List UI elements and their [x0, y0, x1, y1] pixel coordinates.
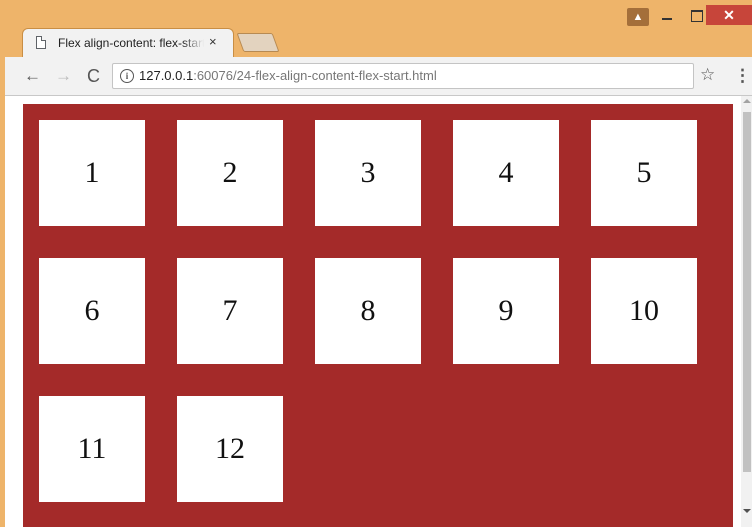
scroll-down-icon[interactable] [743, 509, 751, 513]
maximize-icon [691, 10, 703, 23]
flex-item: 2 [177, 120, 283, 226]
close-window-button[interactable]: ✕ [706, 5, 752, 25]
page-icon [36, 36, 46, 49]
url-host: 127.0.0.1 [139, 68, 194, 83]
flex-item: 6 [39, 258, 145, 364]
scroll-up-icon[interactable] [743, 99, 751, 103]
flex-item: 5 [591, 120, 697, 226]
flex-item: 9 [453, 258, 559, 364]
info-icon[interactable]: i [120, 69, 134, 83]
minimize-button[interactable] [654, 5, 680, 25]
star-icon[interactable]: ☆ [700, 65, 715, 85]
url-text[interactable]: 127.0.0.1:60076/24-flex-align-content-fl… [139, 68, 437, 83]
browser-toolbar: ← → C i 127.0.0.1:60076/24-flex-align-co… [5, 57, 752, 96]
scroll-thumb[interactable] [743, 112, 751, 472]
flex-item: 1 [39, 120, 145, 226]
reload-icon[interactable]: C [87, 66, 100, 86]
profile-icon[interactable]: ▲ [627, 8, 649, 26]
close-tab-icon[interactable]: × [209, 35, 217, 49]
browser-window: Flex align-content: flex-start × ▲ ✕ ← →… [0, 0, 752, 527]
page-viewport: 1 2 3 4 5 6 7 8 9 10 11 12 [5, 96, 741, 527]
kebab-menu-icon[interactable]: ⋮ [734, 66, 751, 86]
flex-container: 1 2 3 4 5 6 7 8 9 10 11 12 [23, 104, 733, 527]
flex-item: 12 [177, 396, 283, 502]
flex-item: 8 [315, 258, 421, 364]
tab-title: Flex align-content: flex-start [58, 36, 204, 50]
flex-item: 10 [591, 258, 697, 364]
tab-active[interactable]: Flex align-content: flex-start × [22, 28, 234, 58]
vertical-scrollbar[interactable] [741, 96, 752, 527]
arrow-left-icon[interactable]: ← [24, 66, 41, 86]
url-path: :60076/24-flex-align-content-flex-start.… [193, 68, 437, 83]
address-bar[interactable]: i 127.0.0.1:60076/24-flex-align-content-… [112, 63, 694, 89]
arrow-right-icon[interactable]: → [55, 66, 72, 86]
flex-item: 3 [315, 120, 421, 226]
flex-item: 11 [39, 396, 145, 502]
flex-item: 7 [177, 258, 283, 364]
flex-item: 4 [453, 120, 559, 226]
minimize-icon [662, 18, 672, 21]
new-tab-button[interactable] [236, 33, 280, 52]
